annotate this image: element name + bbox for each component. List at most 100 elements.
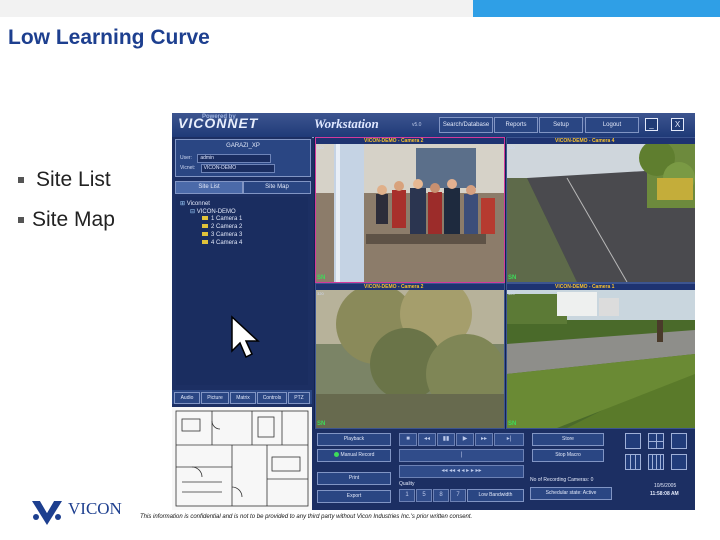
pause-icon[interactable]: ▮▮ [437,433,455,446]
layout-2x2-icon[interactable] [648,433,664,449]
app-logo: Powered by VICONNET [178,114,258,131]
tab-matrix[interactable]: Matrix [230,392,256,404]
video-sn-badge: SN [317,275,326,281]
tab-ptz[interactable]: PTZ [288,392,310,404]
video-cell[interactable]: VICON-DEMO - Camera 2 320 SN [315,283,505,429]
print-button[interactable]: Print [317,472,391,485]
low-bandwidth-button[interactable]: Low Bandwidth [467,489,524,502]
rewind-icon[interactable]: ◂◂ [418,433,436,446]
minimize-icon[interactable]: _ [645,118,658,131]
tab-site-list[interactable]: Site List [175,181,243,194]
bullet-list: Site List Site Map [18,160,115,240]
vicnet-value: VICON-DEMO [200,164,275,173]
site-map-floorplan[interactable] [172,407,312,510]
menu-search-database[interactable]: Search/Database [439,117,493,133]
control-panel: Playback Manual Record Print Export ■ ◂◂… [314,429,695,510]
layout-custom-icon[interactable] [671,433,687,449]
bullet-text: Site List [36,168,111,191]
skip-icon[interactable]: ▸| [494,433,524,446]
layout-3x3-icon[interactable] [625,454,641,470]
video-resolution: 320 [508,145,515,150]
camera-icon [202,232,208,237]
top-bar-accent [473,0,720,17]
playback-button[interactable]: Playback [317,433,391,446]
date-display: 10/5/2005 [654,483,677,489]
video-label: VICON-DEMO - Camera 4 [555,138,615,144]
stop-macro-button[interactable]: Stop Macro [532,449,604,462]
host-name: GARAZI_XP [226,143,260,149]
quality-option[interactable]: 7 [450,489,466,502]
fullscreen-icon[interactable] [671,454,687,470]
play-icon[interactable]: ▶ [456,433,474,446]
camera-label: 3 Camera 3 [211,232,243,238]
store-button[interactable]: Store [532,433,604,446]
quality-option[interactable]: 8 [433,489,449,502]
vicon-logo-mark-icon [32,501,62,525]
user-row: User: admin [180,154,272,163]
time-display: 11:58:08 AM [650,491,679,497]
camera-label: 4 Camera 4 [211,240,243,246]
app-version: v5.0 [412,122,422,128]
video-grid: VICON-DEMO - Camera 2 320 SN VICON-DEMO … [314,137,695,429]
video-label: VICON-DEMO - Camera 1 [555,284,615,290]
tree-site[interactable]: ⊟ VICON-DEMO [190,208,236,215]
forward-icon[interactable]: ▸▸ [475,433,493,446]
top-bar-light [0,0,473,17]
vicon-logo-text: VICON [68,499,122,518]
camera-feed-parking [507,284,695,428]
tree-site-label: VICON-DEMO [196,209,236,215]
bullet-item: Site List [18,160,115,200]
bullet-text: Site Map [32,208,115,231]
tree-camera-item[interactable]: 2 Camera 2 [202,224,242,230]
left-panel: GARAZI_XP User: admin Vicnet: VICON-DEMO… [172,137,312,510]
video-cell[interactable]: VICON-DEMO - Camera 4 320 SN [506,137,695,283]
quality-option[interactable]: 5 [416,489,432,502]
tab-site-map[interactable]: Site Map [243,181,311,194]
network-icon: ⊞ [180,201,187,207]
bullet-icon [18,217,24,223]
site-tree: ⊞ Viconnet ⊟ VICON-DEMO 1 Camera 1 2 Cam… [176,197,308,385]
tree-root[interactable]: ⊞ Viconnet [180,200,210,207]
vicnet-row: Vicnet: VICON-DEMO [180,164,275,173]
video-cell[interactable]: VICON-DEMO - Camera 2 320 SN [315,137,505,283]
tab-audio[interactable]: Audio [174,392,200,404]
video-sn-badge: SN [317,421,326,427]
video-sn-badge: SN [508,275,517,281]
menu-reports[interactable]: Reports [494,117,538,133]
camera-label: 1 Camera 1 [211,216,243,222]
layout-4x4-icon[interactable] [648,454,664,470]
app-title: Workstation [314,116,379,131]
bullet-item: Site Map [18,200,115,240]
app-header: Powered by VICONNET Workstation v5.0 Sea… [172,113,695,138]
menu-logout[interactable]: Logout [585,117,639,133]
camera-feed-road [507,138,695,282]
playback-speed-bar[interactable]: ◂◂ ◂◂ ◂ ◂ ▸ ▸ ▸▸ [399,465,524,478]
slide-title: Low Learning Curve [8,26,210,49]
tree-camera-item[interactable]: 3 Camera 3 [202,232,242,238]
tab-controls[interactable]: Controls [257,392,287,404]
scheduler-status: Schedular state: Active [530,487,612,500]
stop-icon[interactable]: ■ [399,433,417,446]
manual-record-button[interactable]: Manual Record [317,449,391,462]
record-status-icon [333,452,339,458]
export-button[interactable]: Export [317,490,391,503]
tree-camera-item[interactable]: 4 Camera 4 [202,240,242,246]
menu-setup[interactable]: Setup [539,117,583,133]
tree-camera-item[interactable]: 1 Camera 1 [202,216,242,222]
vicnet-label: Vicnet: [180,165,196,171]
close-icon[interactable]: X [671,118,684,131]
layout-1x1-icon[interactable] [625,433,641,449]
camera-feed-lobby [316,138,504,282]
user-value: admin [197,154,272,163]
tab-picture[interactable]: Picture [201,392,229,404]
video-label: VICON-DEMO - Camera 2 [364,138,424,144]
bullet-icon [18,177,24,183]
video-resolution: 320 [508,291,515,296]
camera-icon [202,216,208,221]
video-resolution: 320 [317,145,324,150]
timeline-slider[interactable]: | [399,449,524,462]
quality-option[interactable]: 1 [399,489,415,502]
manual-record-label: Manual Record [340,452,375,458]
vicon-logo: VICON [30,497,160,527]
video-cell[interactable]: VICON-DEMO - Camera 1 320 SN [506,283,695,429]
